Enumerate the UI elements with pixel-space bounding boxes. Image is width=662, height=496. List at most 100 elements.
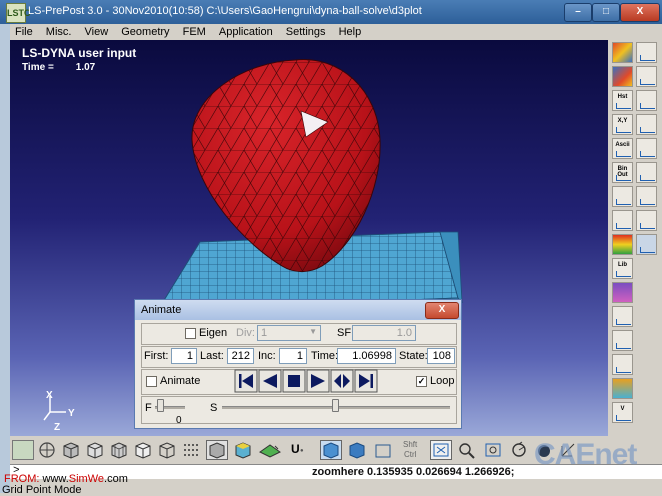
watermark-logo: CAEnet bbox=[534, 438, 637, 471]
viewport-time: Time = 1.07 bbox=[22, 62, 95, 73]
menu-fem[interactable]: FEM bbox=[178, 24, 211, 38]
sf-input[interactable]: 1.0 bbox=[352, 325, 416, 341]
menu-misc[interactable]: Misc. bbox=[41, 24, 77, 38]
menu-bar: File Misc. View Geometry FEM Application… bbox=[10, 24, 608, 40]
s-label: S bbox=[210, 402, 218, 414]
curve-icon[interactable] bbox=[636, 90, 657, 111]
axis-x-label: X bbox=[46, 390, 53, 401]
animate-dialog: Animate X Eigen Div: 1 ▼ SF: 1.0 First: 1… bbox=[134, 299, 462, 429]
blue-cube-icon[interactable] bbox=[320, 440, 342, 460]
settings-icon[interactable] bbox=[636, 234, 657, 255]
shift-ctrl-button[interactable]: Shft Ctrl bbox=[400, 440, 426, 460]
point-cloud-icon[interactable] bbox=[180, 440, 202, 460]
animate-dialog-titlebar[interactable]: Animate bbox=[135, 300, 461, 320]
time-input[interactable]: 1.06998 bbox=[337, 348, 396, 364]
library-button[interactable]: Lib bbox=[612, 258, 633, 279]
state-label: State: bbox=[399, 350, 428, 362]
menu-help[interactable]: Help bbox=[334, 24, 367, 38]
fringe-cube-icon[interactable] bbox=[232, 440, 254, 460]
play-button bbox=[306, 369, 330, 393]
axis-y-label: Y bbox=[68, 408, 75, 419]
surface-green-icon[interactable] bbox=[258, 440, 281, 460]
time-value: 1.07 bbox=[75, 62, 96, 73]
menu-file[interactable]: File bbox=[10, 24, 38, 38]
inc-label: Inc: bbox=[258, 350, 276, 362]
state-input[interactable]: 108 bbox=[427, 348, 455, 364]
fringe-range-icon[interactable] bbox=[612, 378, 633, 399]
close-button[interactable]: X bbox=[620, 3, 660, 22]
zoom-window-icon[interactable] bbox=[482, 440, 504, 460]
layer-icon[interactable] bbox=[12, 440, 34, 460]
view-vector-button[interactable]: V bbox=[612, 402, 633, 423]
edge-cube-icon[interactable] bbox=[156, 440, 178, 460]
particle-icon[interactable] bbox=[636, 210, 657, 231]
animate-label: Animate bbox=[160, 375, 201, 387]
time-label: Time: bbox=[311, 350, 339, 362]
loop-label: Loop bbox=[430, 375, 455, 387]
spline-icon[interactable] bbox=[612, 210, 633, 231]
last-input[interactable]: 212 bbox=[227, 348, 254, 364]
zoom-box-icon[interactable] bbox=[430, 440, 452, 460]
maximize-button[interactable]: □ bbox=[592, 3, 620, 22]
menu-view[interactable]: View bbox=[80, 24, 114, 38]
eigen-checkbox[interactable] bbox=[185, 328, 196, 339]
contour-icon[interactable] bbox=[612, 282, 633, 303]
blue-box-icon[interactable] bbox=[346, 440, 368, 460]
follow-icon[interactable] bbox=[612, 186, 633, 207]
step-back-button bbox=[258, 369, 282, 393]
part-color-icon[interactable] bbox=[612, 66, 633, 87]
trace-icon[interactable] bbox=[636, 138, 657, 159]
menu-settings[interactable]: Settings bbox=[281, 24, 331, 38]
menu-application[interactable]: Application bbox=[214, 24, 278, 38]
animate-close-button[interactable]: X bbox=[425, 302, 459, 319]
axis-z-label: Z bbox=[54, 422, 60, 433]
box-outline-icon[interactable] bbox=[372, 440, 394, 460]
measure-icon[interactable] bbox=[636, 114, 657, 135]
vector-icon[interactable] bbox=[612, 306, 633, 327]
axis-triad: X Y Z bbox=[43, 390, 75, 433]
loop-checkbox[interactable]: ✓ bbox=[416, 376, 427, 387]
frame-slider-thumb[interactable] bbox=[157, 399, 164, 412]
mesh-cube-icon[interactable] bbox=[108, 440, 130, 460]
animate-checkbox[interactable] bbox=[146, 376, 157, 387]
grid-cube-icon[interactable] bbox=[206, 440, 228, 460]
f-label: F bbox=[145, 402, 152, 414]
binout-button[interactable]: Bin Out bbox=[612, 162, 633, 183]
title-bar: LSTC LS-PrePost 3.0 - 30Nov2010(10:58) C… bbox=[0, 0, 662, 24]
zoom-in-icon[interactable] bbox=[456, 440, 478, 460]
shaded-cube-icon[interactable] bbox=[60, 440, 82, 460]
div-label: Div: bbox=[236, 327, 255, 339]
legend-icon[interactable] bbox=[612, 234, 633, 255]
div-select[interactable]: 1 ▼ bbox=[257, 325, 321, 341]
menu-geometry[interactable]: Geometry bbox=[116, 24, 174, 38]
mesh-grid-icon[interactable] bbox=[636, 162, 657, 183]
arrows-icon[interactable] bbox=[612, 354, 633, 375]
selection-mode: Grid Point Mode bbox=[2, 484, 82, 496]
app-icon[interactable]: LSTC bbox=[6, 3, 31, 23]
cube-color-icon[interactable] bbox=[612, 42, 633, 63]
fringe-icon[interactable] bbox=[636, 66, 657, 87]
history-button[interactable]: Hst bbox=[612, 90, 633, 111]
section-icon[interactable] bbox=[636, 186, 657, 207]
time-label: Time = bbox=[22, 62, 54, 73]
window-left-edge bbox=[0, 24, 10, 493]
animate-dialog-title: Animate bbox=[141, 304, 182, 316]
stress-icon[interactable] bbox=[612, 330, 633, 351]
bottom-toolbar: U ● Shft Ctrl bbox=[10, 436, 608, 464]
inc-input[interactable]: 1 bbox=[279, 348, 307, 364]
feature-cube-icon[interactable] bbox=[132, 440, 154, 460]
xy-plot-button[interactable]: X,Y bbox=[612, 114, 633, 135]
right-toolbar: Hst X,Y Ascii Bin Out Lib V bbox=[608, 40, 662, 436]
minimize-button[interactable]: – bbox=[564, 3, 592, 22]
wireframe-sphere-icon[interactable] bbox=[36, 440, 58, 460]
u-dropdown-button[interactable]: U ● bbox=[288, 440, 314, 460]
stop-button bbox=[282, 369, 306, 393]
model-tree-icon[interactable] bbox=[636, 42, 657, 63]
rotate-icon[interactable] bbox=[508, 440, 530, 460]
speed-slider-thumb[interactable] bbox=[332, 399, 339, 412]
bounce-button bbox=[330, 369, 354, 393]
first-input[interactable]: 1 bbox=[171, 348, 197, 364]
last-frame-button bbox=[354, 369, 378, 393]
ascii-button[interactable]: Ascii bbox=[612, 138, 633, 159]
hidden-cube-icon[interactable] bbox=[84, 440, 106, 460]
